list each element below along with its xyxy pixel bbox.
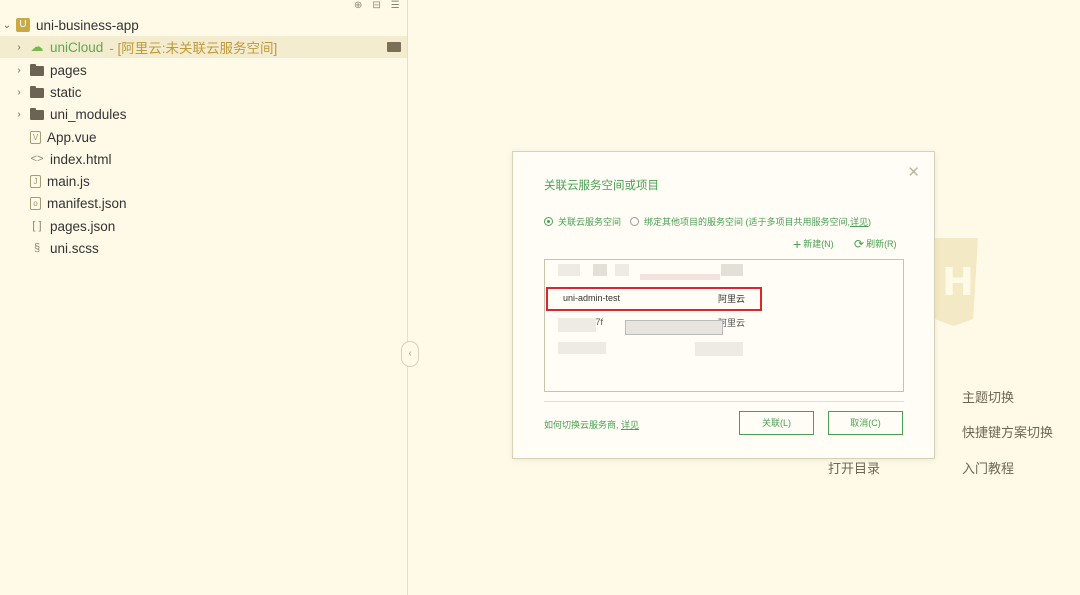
plus-icon: + — [793, 235, 802, 252]
radio-bind-other-project-label[interactable]: 绑定其他项目的服务空间 (适于多项目共用服务空间, — [644, 215, 850, 228]
project-icon: U — [16, 18, 30, 32]
list-item-space-2[interactable]: u i 2 - 3 7f 阿里云 — [547, 311, 903, 333]
hbuilder-logo: H — [930, 238, 978, 326]
chevron-down-icon[interactable]: ⌄ — [2, 20, 12, 31]
radio-associate-space[interactable] — [544, 217, 553, 226]
details-link[interactable]: 详见 — [850, 215, 868, 228]
tree-item-label: App.vue — [47, 129, 97, 145]
tree-item-index-html[interactable]: <> index.html — [0, 148, 407, 170]
sidebar-divider[interactable] — [407, 0, 408, 595]
refresh-button[interactable]: ⟳ 刷新(R) — [854, 237, 897, 250]
obscured-text — [640, 274, 720, 280]
folder-icon — [30, 85, 44, 98]
shortcut-scheme-link[interactable]: 快捷键方案切换 — [962, 422, 1053, 441]
refresh-icon: ⟳ — [854, 236, 865, 251]
associate-button[interactable]: 关联(L) — [739, 411, 814, 435]
project-explorer: ⊕ ⊟ ☰ ⌄ U uni-business-app › ☁ uniCloud … — [0, 0, 407, 595]
radio-suffix: ) — [868, 216, 872, 227]
cancel-button[interactable]: 取消(C) — [828, 411, 903, 435]
cloud-status-hint: - [阿里云:未关联云服务空间] — [109, 41, 278, 56]
project-name: uni-business-app — [36, 17, 139, 33]
tree-item-main-js[interactable]: J main.js — [0, 170, 407, 192]
chevron-right-icon[interactable]: › — [14, 109, 24, 120]
tree-item-label: static — [50, 84, 82, 100]
tree-project-root[interactable]: ⌄ U uni-business-app — [0, 14, 407, 36]
cloud-space-list[interactable]: uni-admin-test 阿里云 u i 2 - 3 7f 阿里云 — [544, 259, 904, 392]
obscured-text — [625, 320, 723, 335]
manifest-file-icon: o — [30, 196, 41, 210]
chevron-right-icon[interactable]: › — [14, 42, 24, 53]
tree-item-label: manifest.json — [47, 195, 127, 211]
tree-item-pages-json[interactable]: [ ] pages.json — [0, 215, 407, 237]
theme-switch-link[interactable]: 主题切换 — [962, 387, 1014, 406]
getting-started-link[interactable]: 入门教程 — [962, 458, 1014, 477]
sidebar-collapse-handle[interactable]: ‹ — [401, 341, 419, 367]
chevron-right-icon[interactable]: › — [14, 65, 24, 76]
obscured-text — [721, 264, 743, 276]
collapse-all-icon[interactable]: ⊟ — [372, 0, 380, 12]
radio-associate-space-label[interactable]: 关联云服务空间 — [558, 215, 621, 228]
tree-item-app-vue[interactable]: V App.vue — [0, 126, 407, 148]
obscured-text — [558, 318, 596, 332]
highlight-annotation — [546, 287, 762, 311]
folder-icon — [30, 63, 44, 76]
switch-provider-text: 如何切换云服务商, — [544, 420, 619, 430]
radio-bind-other-project[interactable] — [630, 217, 640, 226]
folder-icon — [30, 107, 44, 120]
dialog-title: 关联云服务空间或项目 — [544, 180, 659, 192]
code-file-icon: <> — [30, 153, 44, 165]
obscured-text — [615, 264, 629, 276]
dialog-separator — [544, 401, 904, 402]
tree-item-uni-modules[interactable]: › uni_modules — [0, 103, 407, 125]
cloud-folder-icon: ☁ — [30, 39, 44, 54]
json-file-icon: [ ] — [32, 220, 42, 232]
new-space-label: 新建(N) — [803, 239, 834, 249]
refresh-label: 刷新(R) — [866, 239, 897, 249]
obscured-text — [558, 342, 606, 354]
switch-provider-help: 如何切换云服务商, 详见 — [544, 418, 639, 431]
tree-item-label: uni.scss — [50, 240, 99, 256]
vue-file-icon: V — [30, 130, 41, 144]
switch-provider-details-link[interactable]: 详见 — [621, 420, 639, 430]
tree-item-uni-scss[interactable]: § uni.scss — [0, 237, 407, 259]
new-space-button[interactable]: + 新建(N) — [793, 235, 834, 252]
tree-item-label: main.js — [47, 173, 90, 189]
tree-item-unicloud[interactable]: › ☁ uniCloud - [阿里云:未关联云服务空间] — [0, 36, 407, 58]
js-file-icon: J — [30, 174, 41, 188]
menu-icon[interactable]: ☰ — [391, 0, 400, 12]
scss-file-icon: § — [33, 242, 41, 254]
associate-cloud-space-dialog: 关联云服务空间或项目 ✕ 关联云服务空间 绑定其他项目的服务空间 (适于多项目共… — [512, 151, 935, 459]
tree-item-pages[interactable]: › pages — [0, 59, 407, 81]
locate-icon[interactable]: ⊕ — [354, 0, 362, 12]
tree-item-label: pages — [50, 62, 87, 78]
explorer-toolbar: ⊕ ⊟ ☰ — [354, 0, 400, 12]
obscured-text — [593, 264, 607, 276]
association-mode-options: 关联云服务空间 绑定其他项目的服务空间 (适于多项目共用服务空间, 详见 ) — [544, 215, 871, 228]
tree-item-label: uni_modules — [50, 106, 127, 122]
tree-item-manifest-json[interactable]: o manifest.json — [0, 192, 407, 214]
tree-item-label: uniCloud — [50, 39, 104, 55]
tree-item-label: pages.json — [50, 218, 116, 234]
tree-item-static[interactable]: › static — [0, 81, 407, 103]
open-directory-link[interactable]: 打开目录 — [828, 458, 880, 477]
obscured-text — [695, 342, 743, 356]
obscured-text — [558, 264, 580, 276]
chevron-right-icon[interactable]: › — [14, 87, 24, 98]
tree-item-label: index.html — [50, 151, 112, 167]
folder-icon — [387, 42, 401, 52]
close-icon[interactable]: ✕ — [907, 163, 920, 181]
